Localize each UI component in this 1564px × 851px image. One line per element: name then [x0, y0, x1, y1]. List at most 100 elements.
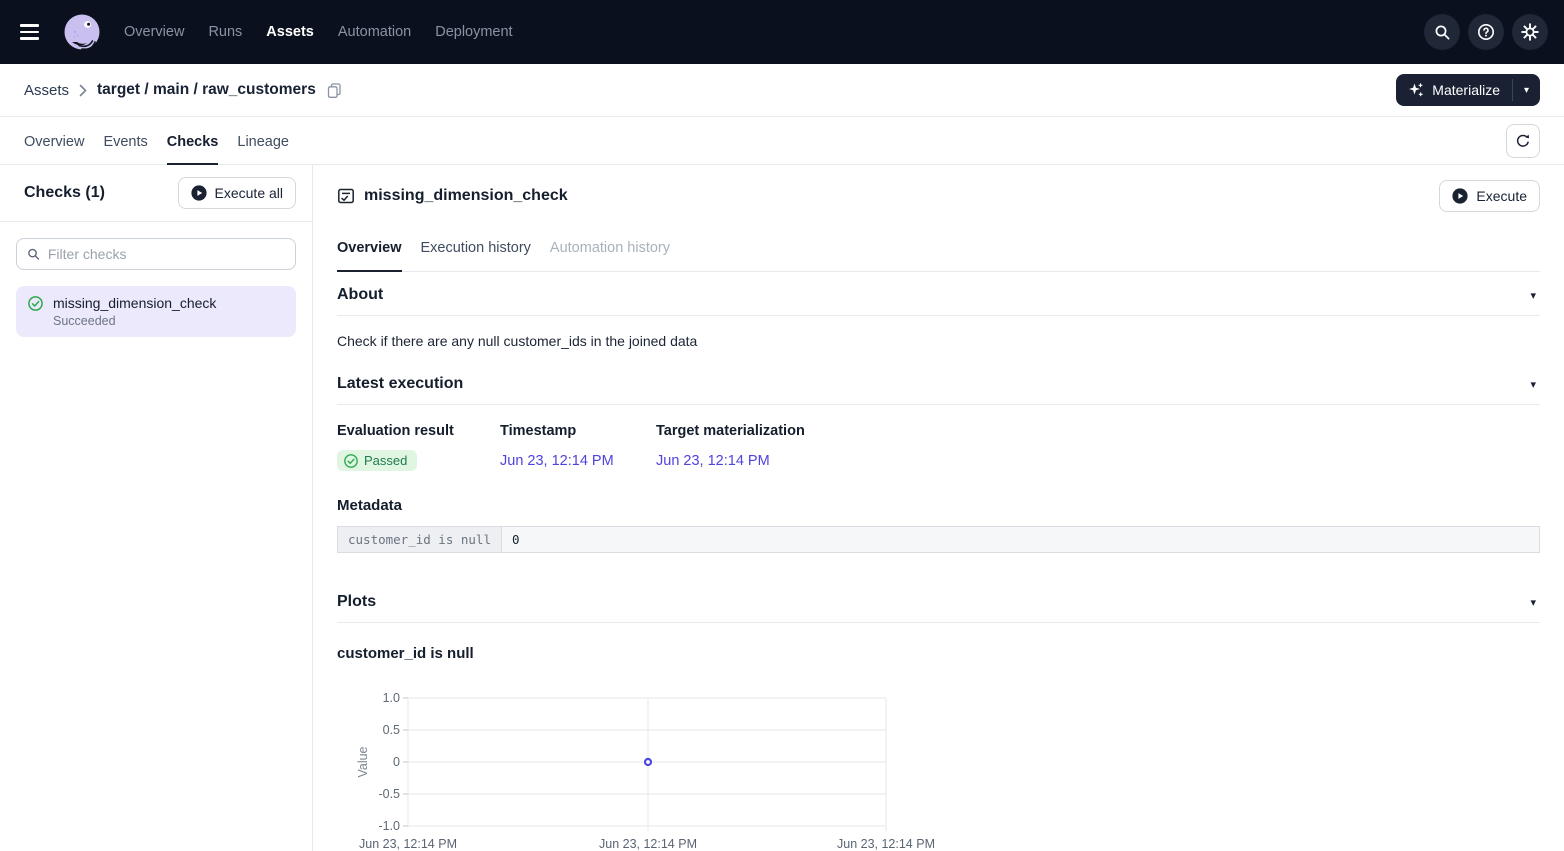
metadata-row: customer_id is null 0 [338, 527, 1540, 553]
play-icon [1452, 188, 1468, 204]
gear-icon [1521, 23, 1539, 41]
tab-lineage[interactable]: Lineage [237, 134, 289, 165]
metadata-value: 0 [502, 527, 1540, 553]
caret-down-icon: ▾ [1530, 597, 1536, 609]
checks-sidebar-header: Checks (1) Execute all [0, 165, 312, 222]
breadcrumb-assets-link[interactable]: Assets [24, 82, 69, 99]
latest-execution-heading: Latest execution [337, 375, 463, 393]
breadcrumb-bar: Assets target / main / raw_customers Mat… [0, 64, 1564, 117]
check-title-row: missing_dimension_check [337, 187, 568, 205]
help-icon [1477, 23, 1495, 41]
about-section-header: About ▾ [337, 272, 1540, 316]
nav-deployment[interactable]: Deployment [435, 24, 512, 40]
check-detail-tabs: Overview Execution history Automation hi… [337, 230, 1540, 272]
y-tick-labels: 1.0 0.5 0 -0.5 -1.0 [378, 691, 400, 833]
search-icon [27, 247, 40, 261]
value-plot: Value 1.0 0.5 0 -0.5 -1.0 Jun 23, 12:14 … [337, 688, 957, 851]
metadata-table: customer_id is null 0 [337, 526, 1540, 553]
top-nav: Overview Runs Assets Automation Deployme… [0, 0, 1564, 64]
latest-execution-table: Evaluation result Timestamp Target mater… [337, 423, 1540, 471]
chevron-right-icon [79, 84, 87, 97]
y-axis-ticks [403, 698, 408, 826]
plots-section-header: Plots ▾ [337, 579, 1540, 623]
check-detail-panel: missing_dimension_check Execute Overview… [313, 165, 1564, 851]
check-item-text: missing_dimension_check Succeeded [53, 295, 216, 328]
tab-overview[interactable]: Overview [24, 134, 84, 165]
help-button[interactable] [1468, 14, 1504, 50]
caret-down-icon: ▾ [1530, 379, 1536, 391]
caret-down-icon: ▾ [1524, 85, 1529, 96]
plot-title: customer_id is null [337, 645, 1540, 662]
tab-check-overview[interactable]: Overview [337, 230, 402, 272]
passed-badge: Passed [337, 450, 417, 471]
dagster-octopus-icon [62, 12, 102, 52]
col-evaluation-result: Evaluation result [337, 423, 500, 439]
nav-overview[interactable]: Overview [124, 24, 184, 40]
copy-button[interactable] [326, 82, 343, 99]
asset-tabs: Overview Events Checks Lineage [0, 117, 1564, 165]
check-circle-icon [344, 454, 358, 468]
materialize-dropdown-button[interactable]: ▾ [1513, 74, 1540, 106]
collapse-latest-execution-button[interactable]: ▾ [1526, 376, 1540, 393]
content-area: Checks (1) Execute all missing_d [0, 165, 1564, 851]
y-tick-neg0_5: -0.5 [378, 787, 400, 801]
check-item-status: Succeeded [53, 314, 216, 328]
checks-count-title: Checks (1) [24, 184, 105, 202]
collapse-about-button[interactable]: ▾ [1526, 287, 1540, 304]
materialize-label: Materialize [1432, 82, 1500, 98]
execute-button[interactable]: Execute [1439, 180, 1540, 212]
about-heading: About [337, 286, 383, 304]
tab-automation-history[interactable]: Automation history [550, 230, 670, 272]
materialize-button[interactable]: Materialize [1396, 74, 1512, 106]
nav-automation[interactable]: Automation [338, 24, 411, 40]
nav-assets[interactable]: Assets [266, 24, 314, 40]
plots-heading: Plots [337, 593, 376, 611]
y-tick-0_5: 0.5 [383, 723, 400, 737]
col-target-materialization: Target materialization [656, 423, 1540, 439]
x-tick-labels: Jun 23, 12:14 PM Jun 23, 12:14 PM Jun 23… [359, 837, 935, 851]
copy-icon [326, 82, 343, 99]
execute-all-button[interactable]: Execute all [178, 177, 296, 209]
caret-down-icon: ▾ [1530, 290, 1536, 302]
check-title: missing_dimension_check [364, 187, 568, 205]
x-tick-middle: Jun 23, 12:14 PM [599, 837, 697, 851]
latest-execution-section-header: Latest execution ▾ [337, 361, 1540, 405]
y-tick-1: 1.0 [383, 691, 400, 705]
metadata-key: customer_id is null [338, 527, 502, 553]
breadcrumb-asset-key: target / main / raw_customers [97, 81, 316, 99]
menu-icon [20, 24, 39, 26]
check-item-name: missing_dimension_check [53, 295, 216, 311]
target-materialization-link[interactable]: Jun 23, 12:14 PM [656, 453, 1540, 469]
settings-button[interactable] [1512, 14, 1548, 50]
execute-label: Execute [1476, 188, 1527, 204]
dagster-logo[interactable] [62, 12, 102, 52]
refresh-button[interactable] [1506, 124, 1540, 158]
asset-check-icon [337, 187, 355, 205]
search-button[interactable] [1424, 14, 1460, 50]
nav-runs[interactable]: Runs [208, 24, 242, 40]
execute-all-label: Execute all [215, 185, 283, 201]
search-icon [1434, 24, 1451, 41]
metadata-heading: Metadata [337, 497, 1540, 514]
y-tick-0: 0 [393, 755, 400, 769]
check-description: Check if there are any null customer_ids… [337, 333, 1540, 349]
data-point[interactable] [645, 759, 651, 765]
check-list-item[interactable]: missing_dimension_check Succeeded [16, 286, 296, 337]
refresh-icon [1515, 133, 1531, 149]
tab-checks[interactable]: Checks [167, 134, 219, 165]
tab-execution-history[interactable]: Execution history [421, 230, 531, 272]
check-circle-icon [28, 296, 43, 311]
check-detail-header: missing_dimension_check Execute [337, 165, 1540, 218]
y-axis-label: Value [356, 746, 370, 777]
sparkles-icon [1408, 82, 1424, 98]
filter-checks-input[interactable] [48, 246, 285, 262]
checks-sidebar: Checks (1) Execute all missing_d [0, 165, 313, 851]
collapse-plots-button[interactable]: ▾ [1526, 594, 1540, 611]
tab-events[interactable]: Events [103, 134, 147, 165]
top-nav-actions [1424, 14, 1548, 50]
timestamp-link[interactable]: Jun 23, 12:14 PM [500, 453, 656, 469]
menu-button[interactable] [20, 17, 50, 47]
y-tick-neg1: -1.0 [378, 819, 400, 833]
top-nav-links: Overview Runs Assets Automation Deployme… [124, 24, 513, 40]
play-icon [191, 185, 207, 201]
